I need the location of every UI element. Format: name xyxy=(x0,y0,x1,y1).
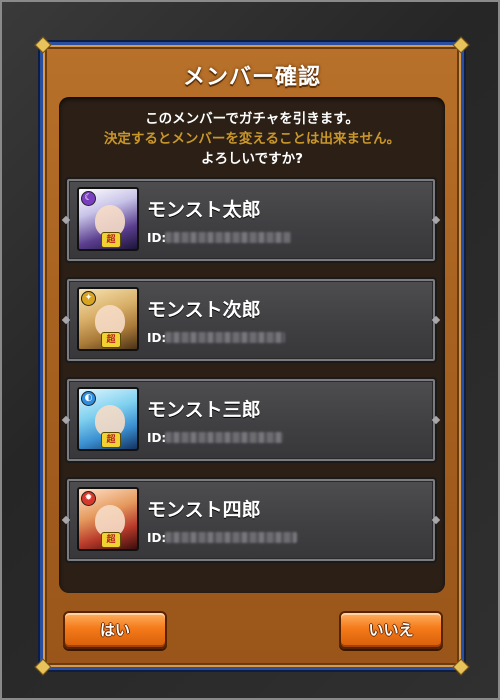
card-cap xyxy=(431,415,441,425)
card-cap xyxy=(431,515,441,525)
member-id-label: ID: xyxy=(147,531,167,545)
member-name: モンスト四郎 xyxy=(147,499,261,521)
member-id-label: ID: xyxy=(147,331,167,345)
warning-message: 決定するとメンバーを変えることは出来ません。 xyxy=(103,131,401,147)
water-attribute-icon: ◐ xyxy=(81,391,96,406)
corner-ornament xyxy=(452,36,470,54)
dialog-title: メンバー確認 xyxy=(182,65,321,90)
card-cap xyxy=(431,315,441,325)
corner-ornament xyxy=(34,658,52,676)
no-button[interactable]: いいえ xyxy=(339,611,443,649)
member-confirm-dialog: メンバー確認 このメンバーでガチャを引きます。 決定するとメンバーを変えることは… xyxy=(34,36,470,676)
member-id-redacted xyxy=(165,232,291,243)
fire-attribute-icon: ✹ xyxy=(81,491,96,506)
member-card: ✦ 超 モンスト次郎 ID: xyxy=(61,277,441,363)
avatar: ☾ 超 xyxy=(77,187,139,251)
member-list-panel: このメンバーでガチャを引きます。 決定するとメンバーを変えることは出来ません。 … xyxy=(59,97,445,593)
card-cap xyxy=(61,315,71,325)
member-name: モンスト太郎 xyxy=(147,199,261,221)
member-id-label: ID: xyxy=(147,231,167,245)
corner-ornament xyxy=(34,36,52,54)
screen-frame: メンバー確認 このメンバーでガチャを引きます。 決定するとメンバーを変えることは… xyxy=(0,0,500,700)
question-message: よろしいですか? xyxy=(201,151,303,167)
light-attribute-icon: ✦ xyxy=(81,291,96,306)
member-name: モンスト次郎 xyxy=(147,299,261,321)
rank-badge: 超 xyxy=(101,532,121,548)
avatar: ◐ 超 xyxy=(77,387,139,451)
member-id-redacted xyxy=(165,432,283,443)
confirm-message: このメンバーでガチャを引きます。 xyxy=(145,111,359,127)
card-cap xyxy=(431,215,441,225)
dark-attribute-icon: ☾ xyxy=(81,191,96,206)
member-name: モンスト三郎 xyxy=(147,399,261,421)
card-cap xyxy=(61,215,71,225)
corner-ornament xyxy=(452,658,470,676)
card-cap xyxy=(61,515,71,525)
avatar: ✹ 超 xyxy=(77,487,139,551)
member-id-redacted xyxy=(165,532,297,543)
avatar: ✦ 超 xyxy=(77,287,139,351)
card-cap xyxy=(61,415,71,425)
member-card: ☾ 超 モンスト太郎 ID: xyxy=(61,177,441,263)
rank-badge: 超 xyxy=(101,232,121,248)
member-id-label: ID: xyxy=(147,431,167,445)
yes-button[interactable]: はい xyxy=(63,611,167,649)
member-card: ◐ 超 モンスト三郎 ID: xyxy=(61,377,441,463)
member-card: ✹ 超 モンスト四郎 ID: xyxy=(61,477,441,563)
member-id-redacted xyxy=(165,332,285,343)
rank-badge: 超 xyxy=(101,332,121,348)
rank-badge: 超 xyxy=(101,432,121,448)
